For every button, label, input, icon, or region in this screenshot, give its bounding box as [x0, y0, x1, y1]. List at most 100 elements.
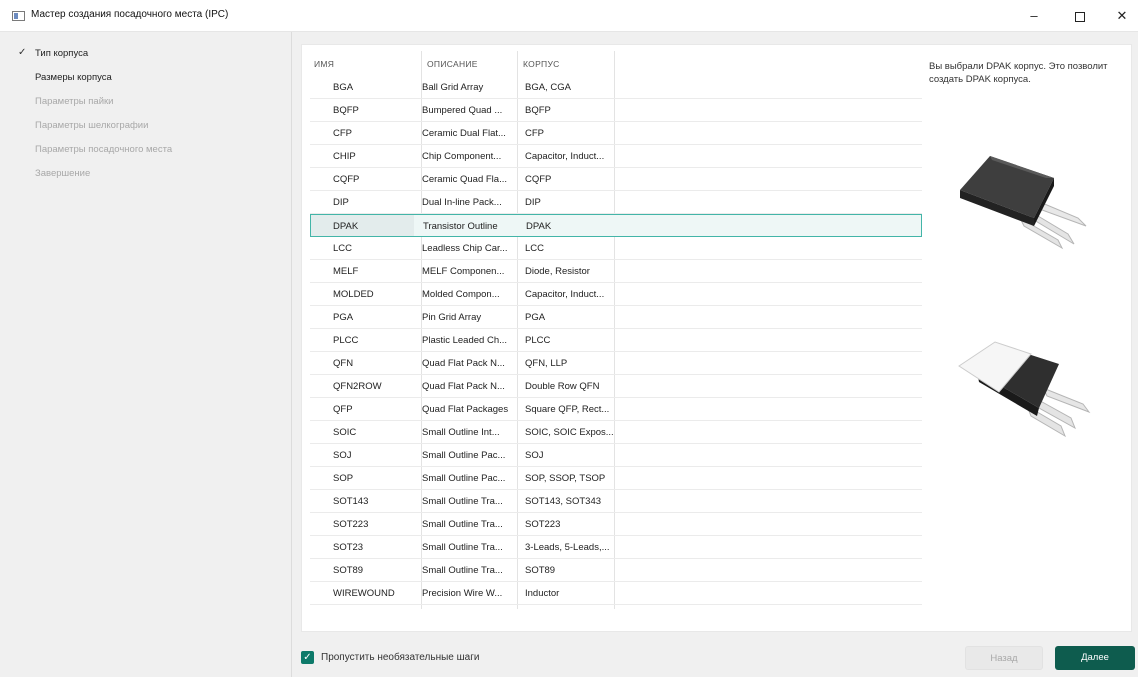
cell-name: SOT223 [333, 519, 369, 530]
column-header-name[interactable]: ИМЯ [314, 59, 334, 69]
table-row[interactable]: BQFP Bumpered Quad ... BQFP [310, 99, 922, 122]
maximize-button[interactable] [1062, 4, 1098, 28]
window-title: Мастер создания посадочного места (IPC) [31, 9, 229, 20]
cell-package: DIP [525, 197, 541, 208]
cell-description: Leadless Chip Car... [422, 243, 508, 254]
cell-package: Capacitor, Induct... [525, 289, 605, 300]
cell-name: SOJ [333, 450, 352, 461]
table-row[interactable]: SOIC Small Outline Int... SOIC, SOIC Expos… [310, 421, 922, 444]
cell-description: Small Outline Pac... [422, 473, 506, 484]
cell-name: CFP [333, 128, 352, 139]
column-header-description[interactable]: ОПИСАНИЕ [427, 59, 478, 69]
table-row[interactable]: CHIP Chip Component... Capacitor, Induct..… [310, 145, 922, 168]
table-row[interactable]: PGA Pin Grid Array PGA [310, 306, 922, 329]
table-row[interactable]: CQFP Ceramic Quad Fla... CQFP [310, 168, 922, 191]
cell-package: CFP [525, 128, 544, 139]
cell-name: QFN [333, 358, 354, 369]
cell-description: Precision Wire W... [422, 588, 503, 599]
table-row[interactable]: LCC Leadless Chip Car... LCC [310, 237, 922, 260]
close-button[interactable]: ✕ [1104, 4, 1138, 28]
cell-package: DPAK [526, 221, 552, 232]
minimize-button[interactable]: – [1016, 4, 1052, 28]
cell-package: SOT223 [525, 519, 561, 530]
cell-name: DPAK [333, 221, 359, 232]
skip-optional-checkbox[interactable]: ✓ [301, 651, 314, 664]
cell-package: CQFP [525, 174, 552, 185]
cell-package: SOT143, SOT343 [525, 496, 602, 507]
cell-name: SOT89 [333, 565, 364, 576]
table-row[interactable]: SOJ Small Outline Pac... SOJ [310, 444, 922, 467]
cell-description: Bumpered Quad ... [422, 105, 503, 116]
wizard-steps-sidebar: ✓ Тип корпуса Размеры корпуса Параметры … [0, 32, 292, 677]
cell-description: Chip Component... [422, 151, 502, 162]
table-row[interactable]: CFP Ceramic Dual Flat... CFP [310, 122, 922, 145]
cell-name: LCC [333, 243, 353, 254]
table-row[interactable]: DIP Dual In-line Pack... DIP [310, 191, 922, 214]
cell-package: 3-Leads, 5-Leads,... [525, 542, 610, 553]
next-button[interactable]: Далее [1055, 646, 1135, 670]
cell-description: Ball Grid Array [422, 82, 484, 93]
table-row-selected[interactable]: DPAK Transistor Outline DPAK [310, 214, 922, 237]
cell-name: CQFP [333, 174, 360, 185]
skip-optional-label[interactable]: Пропустить необязательные шаги [321, 652, 479, 663]
table-row[interactable]: MOLDED Molded Compon... Capacitor, Induct.… [310, 283, 922, 306]
maximize-icon [1075, 11, 1085, 22]
cell-description: Quad Flat Packages [422, 404, 509, 415]
table-row[interactable]: QFN Quad Flat Pack N... QFN, LLP [310, 352, 922, 375]
cell-package: PLCC [525, 335, 551, 346]
table-row[interactable]: SOP Small Outline Pac... SOP, SSOP, TSOP [310, 467, 922, 490]
cell-description: Quad Flat Pack N... [422, 381, 505, 392]
dpak-top-view-image [960, 156, 1087, 250]
cell-name: SOT143 [333, 496, 369, 507]
step-package-type[interactable]: Тип корпуса [35, 48, 88, 59]
cell-description: Transistor Outline [423, 221, 498, 232]
dpak-bottom-view-image [958, 341, 1091, 438]
cell-description: Ceramic Dual Flat... [422, 128, 506, 139]
cell-description: Molded Compon... [422, 289, 500, 300]
cell-description: Ceramic Quad Fla... [422, 174, 507, 185]
table-row[interactable]: SOT143 Small Outline Tra... SOT143, SOT343 [310, 490, 922, 513]
cell-name: CHIP [333, 151, 356, 162]
table-row[interactable]: QFN2ROW Quad Flat Pack N... Double Row QFN [310, 375, 922, 398]
cell-description: Small Outline Tra... [422, 496, 503, 507]
cell-name: SOT23 [333, 542, 364, 553]
cell-description: Plastic Leaded Ch... [422, 335, 508, 346]
app-window-icon [12, 11, 25, 21]
cell-package: SOT89 [525, 565, 556, 576]
cell-package: SOJ [525, 450, 544, 461]
cell-description: Dual In-line Pack... [422, 197, 502, 208]
cell-name: DIP [333, 197, 349, 208]
cell-name: MELF [333, 266, 359, 277]
cell-description: Small Outline Tra... [422, 519, 503, 530]
table-row[interactable]: QFP Quad Flat Packages Square QFP, Rect... [310, 398, 922, 421]
cell-package: Double Row QFN [525, 381, 600, 392]
cell-name: BQFP [333, 105, 359, 116]
cell-name: SOP [333, 473, 354, 484]
table-row[interactable]: SOT89 Small Outline Tra... SOT89 [310, 559, 922, 582]
title-bar: Мастер создания посадочного места (IPC) … [0, 0, 1138, 32]
cell-name: WIREWOUND [333, 588, 395, 599]
cell-name: QFN2ROW [333, 381, 382, 392]
table-row[interactable]: WIREWOUND Precision Wire W... Inductor [310, 582, 922, 605]
cell-description: Small Outline Int... [422, 427, 500, 438]
cell-package: PGA [525, 312, 546, 323]
step-footprint-params: Параметры посадочного места [35, 144, 173, 155]
cell-name: QFP [333, 404, 353, 415]
cell-package: Capacitor, Induct... [525, 151, 605, 162]
cell-description: Quad Flat Pack N... [422, 358, 505, 369]
table-row[interactable]: SOT23 Small Outline Tra... 3-Leads, 5-Lead… [310, 536, 922, 559]
cell-package: SOP, SSOP, TSOP [525, 473, 606, 484]
step-package-dimensions[interactable]: Размеры корпуса [35, 72, 112, 83]
cell-description: Small Outline Tra... [422, 542, 503, 553]
column-header-package[interactable]: КОРПУС [523, 59, 560, 69]
back-button[interactable]: Назад [965, 646, 1043, 670]
cell-description: MELF Componen... [422, 266, 505, 277]
table-row[interactable]: MELF MELF Componen... Diode, Resistor [310, 260, 922, 283]
table-row[interactable]: SOT223 Small Outline Tra... SOT223 [310, 513, 922, 536]
table-row[interactable]: BGA Ball Grid Array BGA, CGA [310, 76, 922, 99]
cell-package: QFN, LLP [525, 358, 568, 369]
cell-description: Pin Grid Array [422, 312, 482, 323]
cell-name: PLCC [333, 335, 359, 346]
cell-description: Small Outline Tra... [422, 565, 503, 576]
table-row[interactable]: PLCC Plastic Leaded Ch... PLCC [310, 329, 922, 352]
